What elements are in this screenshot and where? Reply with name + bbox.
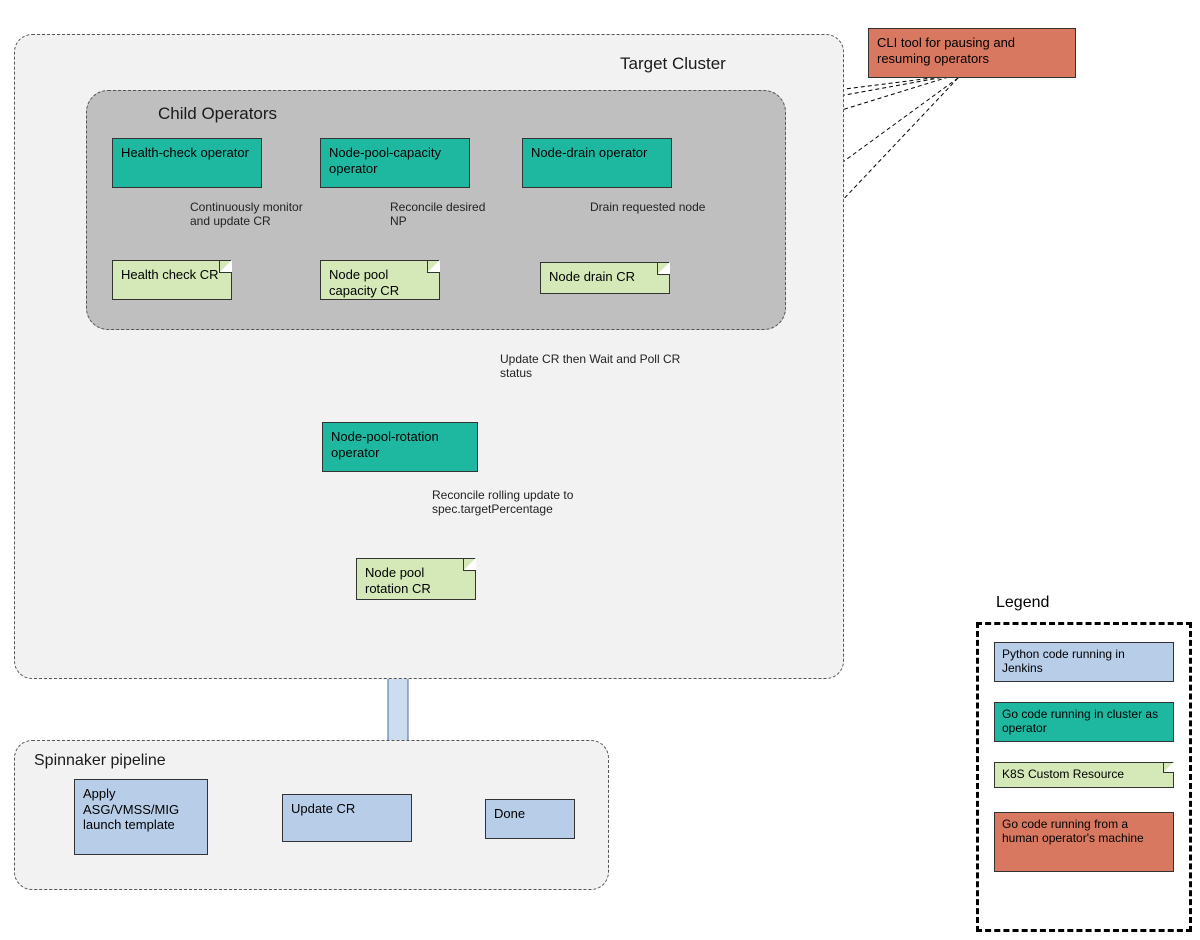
node-pool-capacity-operator: Node-pool-capacity operator	[320, 138, 470, 188]
cli-tool-box: CLI tool for pausing and resuming operat…	[868, 28, 1076, 78]
spinnaker-title: Spinnaker pipeline	[34, 752, 166, 770]
spinnaker-step-update-cr: Update CR	[282, 794, 412, 842]
legend-python: Python code running in Jenkins	[994, 642, 1174, 682]
legend-go-human: Go code running from a human operator's …	[994, 812, 1174, 872]
label-monitor-update: Continuously monitor and update CR	[190, 200, 320, 229]
health-check-operator: Health-check operator	[112, 138, 262, 188]
node-pool-rotation-operator: Node-pool-rotation operator	[322, 422, 478, 472]
legend-k8s-cr: K8S Custom Resource	[994, 762, 1174, 788]
label-reconcile-rolling: Reconcile rolling update to spec.targetP…	[432, 488, 612, 517]
node-drain-cr: Node drain CR	[540, 262, 670, 294]
health-check-cr: Health check CR	[112, 260, 232, 300]
node-pool-rotation-cr: Node pool rotation CR	[356, 558, 476, 600]
child-operators-title: Child Operators	[158, 104, 277, 124]
spinnaker-step-apply: Apply ASG/VMSS/MIG launch template	[74, 779, 208, 855]
label-drain-node: Drain requested node	[590, 200, 710, 214]
spinnaker-step-done: Done	[485, 799, 575, 839]
target-cluster-title: Target Cluster	[620, 54, 726, 74]
node-pool-capacity-cr: Node pool capacity CR	[320, 260, 440, 300]
label-update-poll: Update CR then Wait and Poll CR status	[500, 352, 700, 381]
legend-go-operator: Go code running in cluster as operator	[994, 702, 1174, 742]
label-reconcile-np: Reconcile desired NP	[390, 200, 500, 229]
legend-title: Legend	[996, 594, 1049, 612]
node-drain-operator: Node-drain operator	[522, 138, 672, 188]
